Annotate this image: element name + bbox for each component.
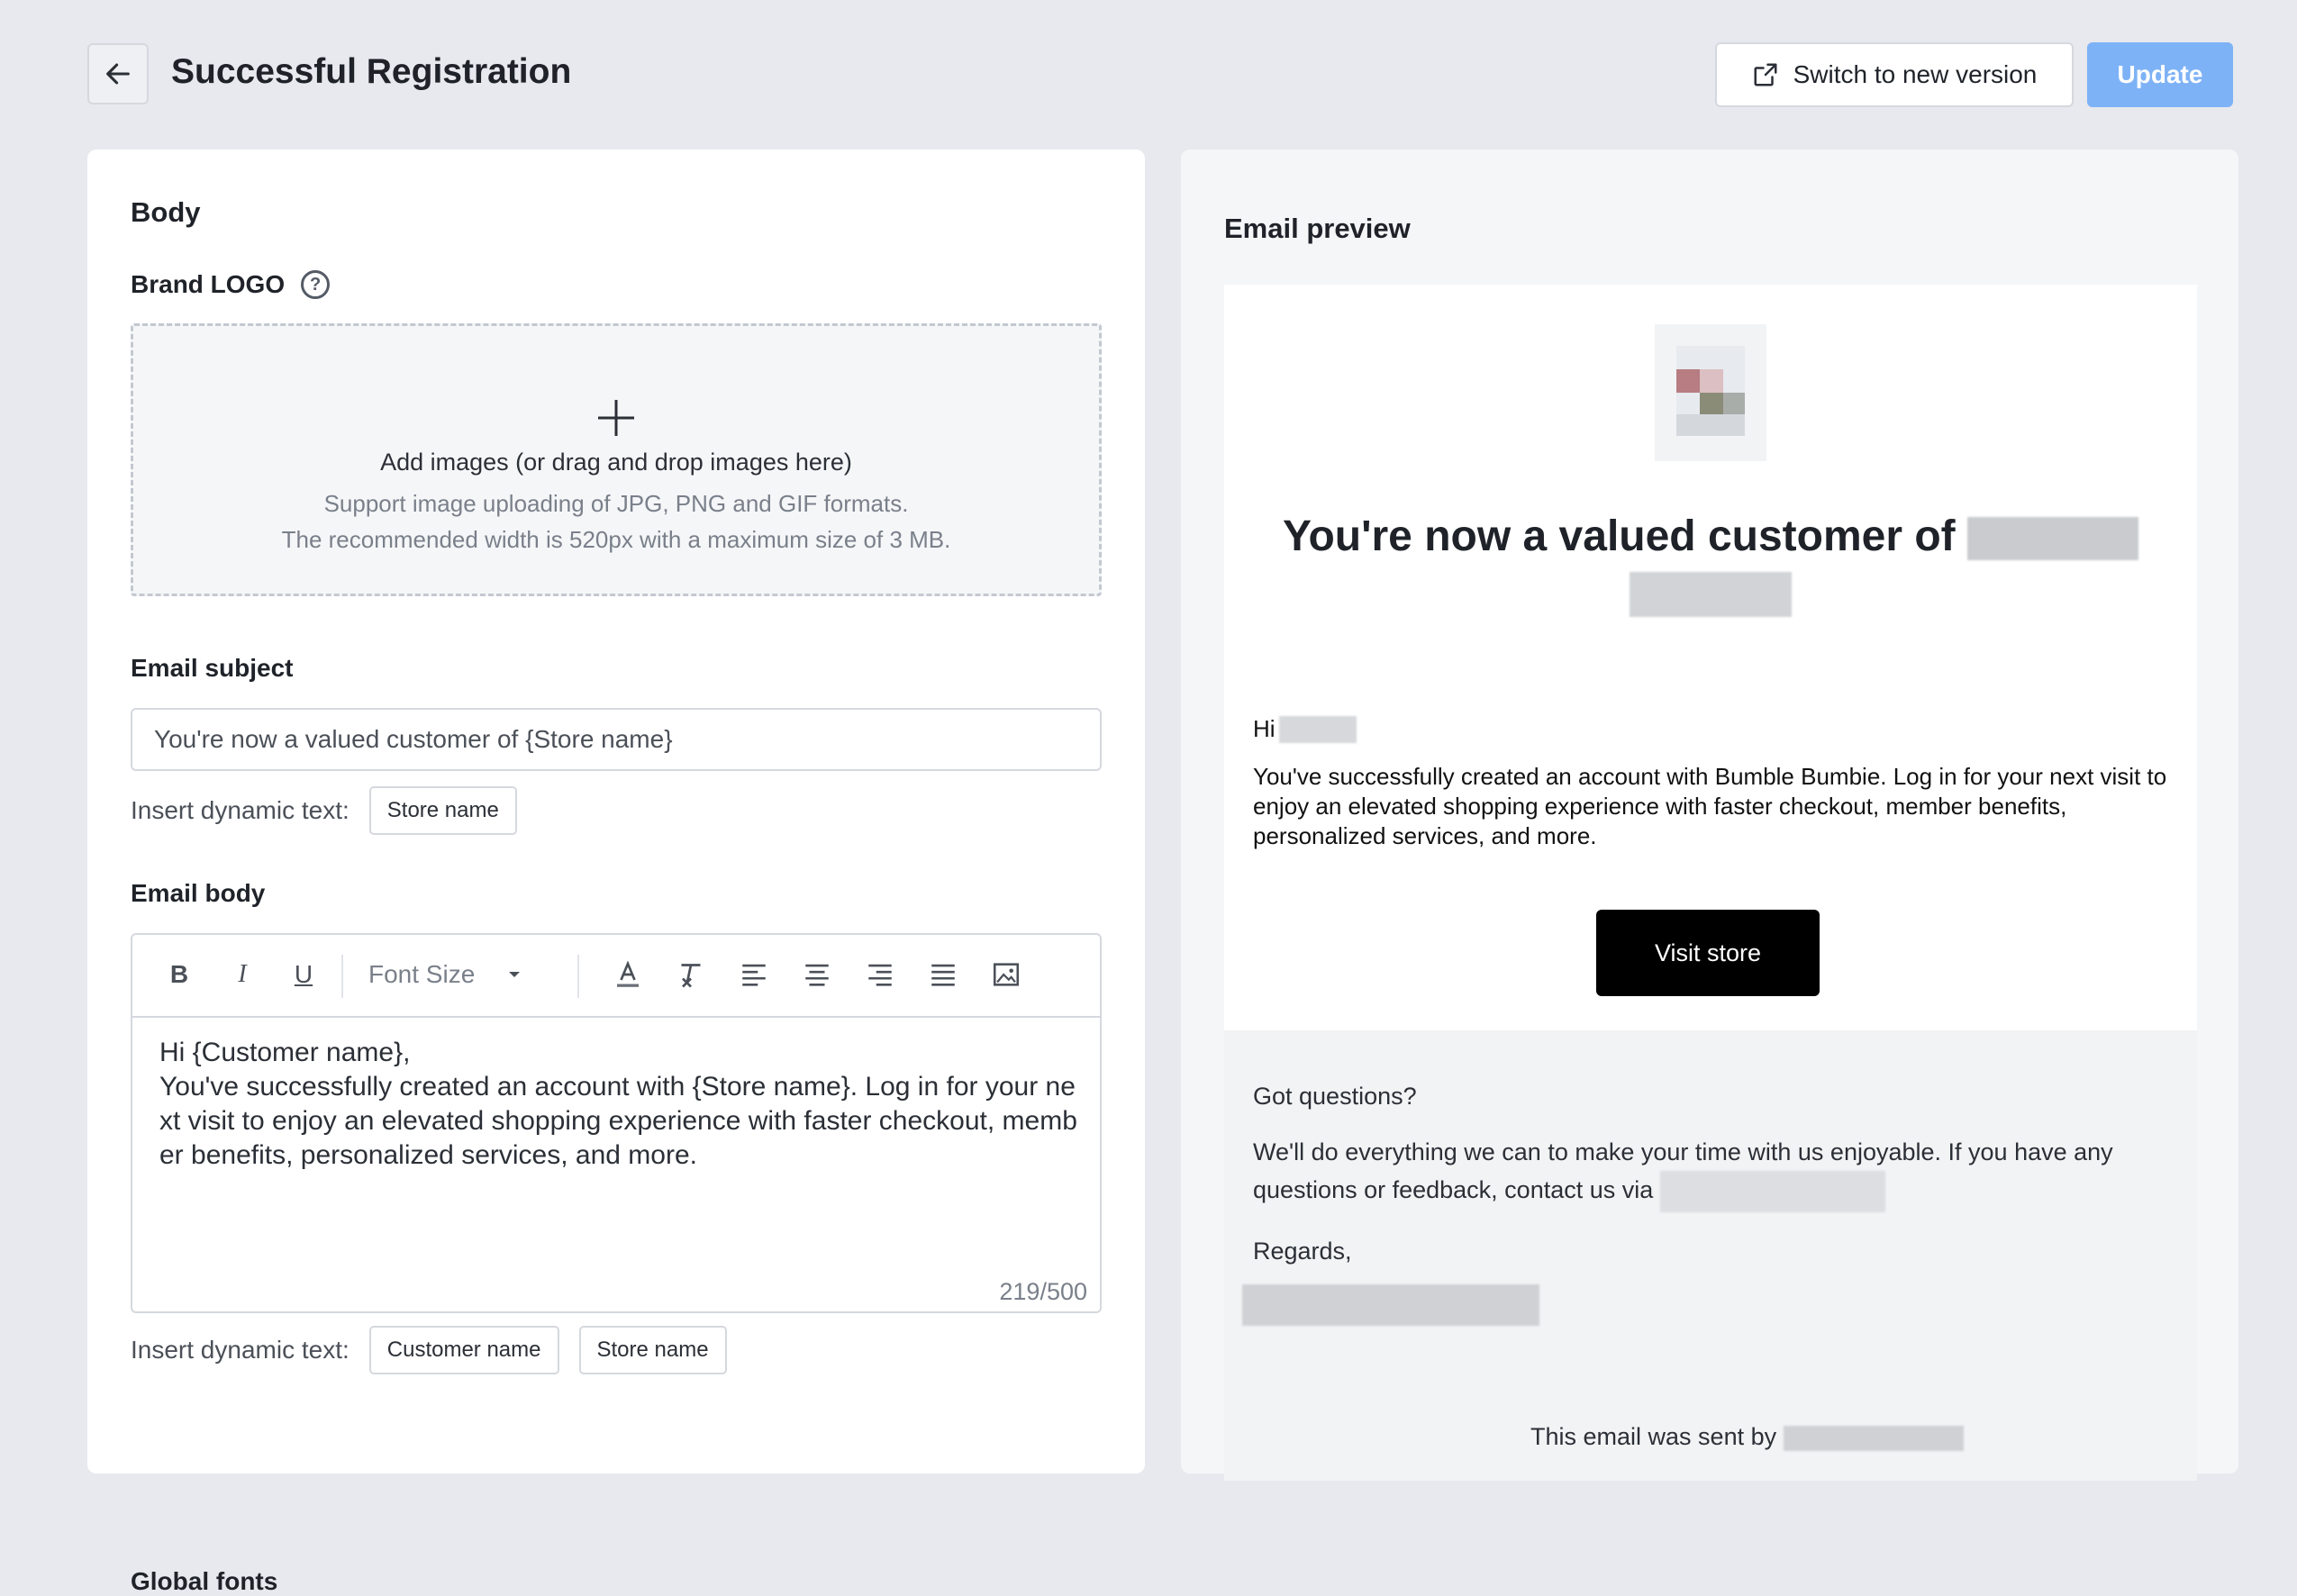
align-right-icon[interactable] bbox=[860, 955, 900, 994]
clear-format-icon[interactable] bbox=[671, 955, 711, 994]
email-body-textarea[interactable]: Hi {Customer name}, You've successfully … bbox=[159, 1036, 1078, 1173]
sent-by-text: This email was sent by bbox=[1530, 1418, 1964, 1455]
update-button[interactable]: Update bbox=[2087, 42, 2233, 107]
upload-instruction: Add images (or drag and drop images here… bbox=[380, 449, 852, 476]
redacted-store-signature bbox=[1242, 1284, 1539, 1326]
arrow-left-icon bbox=[106, 63, 130, 85]
got-questions-text: Got questions? bbox=[1253, 1083, 1417, 1110]
body-editor-panel: Body Brand LOGO ? Add images (or drag an… bbox=[87, 150, 1145, 1595]
brand-logo-label: Brand LOGO ? bbox=[131, 270, 331, 299]
redacted-contact bbox=[1659, 1171, 1885, 1212]
underline-icon[interactable]: U bbox=[284, 955, 323, 994]
email-body-label: Email body bbox=[131, 879, 266, 907]
insert-dynamic-label: Insert dynamic text: bbox=[131, 796, 350, 824]
regards-text: Regards, bbox=[1253, 1238, 1352, 1265]
chip-store-name[interactable]: Store name bbox=[578, 1326, 727, 1374]
text-color-icon[interactable] bbox=[608, 955, 648, 994]
italic-icon[interactable]: I bbox=[222, 955, 262, 994]
email-heading: You're now a valued customer of bbox=[1278, 510, 2143, 618]
switch-version-button[interactable]: Switch to new version bbox=[1715, 42, 2074, 107]
redacted-store-name bbox=[1630, 572, 1792, 618]
email-subject-input[interactable]: You're now a valued customer of {Store n… bbox=[131, 708, 1102, 771]
caret-down-icon bbox=[509, 972, 521, 977]
font-size-label: Font Size bbox=[368, 960, 476, 988]
global-fonts-label: Global fonts bbox=[131, 1567, 278, 1595]
insert-dynamic-label: Insert dynamic text: bbox=[131, 1336, 350, 1364]
visit-store-button[interactable]: Visit store bbox=[1596, 910, 1820, 996]
redacted-customer-name bbox=[1278, 715, 1357, 743]
email-body-text: You've successfully created an account w… bbox=[1253, 763, 2167, 849]
store-logo-image bbox=[1655, 324, 1766, 461]
toolbar-divider bbox=[577, 955, 579, 998]
bold-icon[interactable]: B bbox=[159, 955, 199, 994]
email-footer: Got questions? We'll do everything we ca… bbox=[1224, 1030, 2197, 1481]
external-link-icon bbox=[1754, 63, 1777, 86]
email-subject-label: Email subject bbox=[131, 654, 294, 682]
upload-format-hint: Support image uploading of JPG, PNG and … bbox=[323, 490, 909, 517]
logo-upload-dropzone[interactable]: Add images (or drag and drop images here… bbox=[131, 323, 1102, 596]
plus-icon bbox=[598, 400, 634, 436]
align-justify-icon[interactable] bbox=[923, 955, 963, 994]
subject-dynamic-text-row: Insert dynamic text: Store name bbox=[131, 786, 517, 835]
email-body-editor: B I U Font Size Hi {Customer name}, You'… bbox=[131, 933, 1102, 1313]
email-preview-card: You're now a valued customer of Hi You'v… bbox=[1224, 285, 2197, 1030]
character-counter: 219/500 bbox=[999, 1278, 1087, 1305]
align-center-icon[interactable] bbox=[797, 955, 837, 994]
align-left-icon[interactable] bbox=[734, 955, 774, 994]
switch-version-label: Switch to new version bbox=[1793, 60, 2038, 88]
sent-by-content: This email was sent by bbox=[1530, 1423, 1777, 1450]
email-preview-panel: Email preview You're now a valued custom… bbox=[1181, 150, 2238, 1481]
font-size-select[interactable]: Font Size bbox=[368, 955, 567, 994]
email-greeting: Hi bbox=[1253, 715, 1357, 743]
redacted-store-name bbox=[1967, 517, 2138, 561]
editor-toolbar: B I U Font Size bbox=[132, 935, 1100, 1018]
insert-image-icon[interactable] bbox=[986, 955, 1026, 994]
chip-customer-name[interactable]: Customer name bbox=[368, 1326, 559, 1374]
preview-title: Email preview bbox=[1224, 213, 1411, 244]
brand-logo-text: Brand LOGO bbox=[131, 270, 286, 298]
signature bbox=[1242, 1284, 1539, 1326]
body-dynamic-text-row: Insert dynamic text: Customer name Store… bbox=[131, 1326, 727, 1374]
redacted-sender bbox=[1783, 1425, 1964, 1451]
questions-body-text: We'll do everything we can to make your … bbox=[1253, 1133, 2172, 1212]
email-heading-text: You're now a valued customer of bbox=[1282, 512, 1956, 560]
toolbar-divider bbox=[341, 955, 343, 998]
back-button[interactable] bbox=[87, 43, 149, 104]
chip-store-name[interactable]: Store name bbox=[368, 786, 517, 835]
page-title: Successful Registration bbox=[171, 52, 572, 91]
upload-size-hint: The recommended width is 520px with a ma… bbox=[281, 526, 951, 553]
help-icon[interactable]: ? bbox=[301, 270, 331, 299]
section-title: Body bbox=[131, 196, 201, 228]
greeting-text: Hi bbox=[1253, 715, 1276, 742]
page-header: Successful Registration Switch to new ve… bbox=[0, 0, 2297, 150]
